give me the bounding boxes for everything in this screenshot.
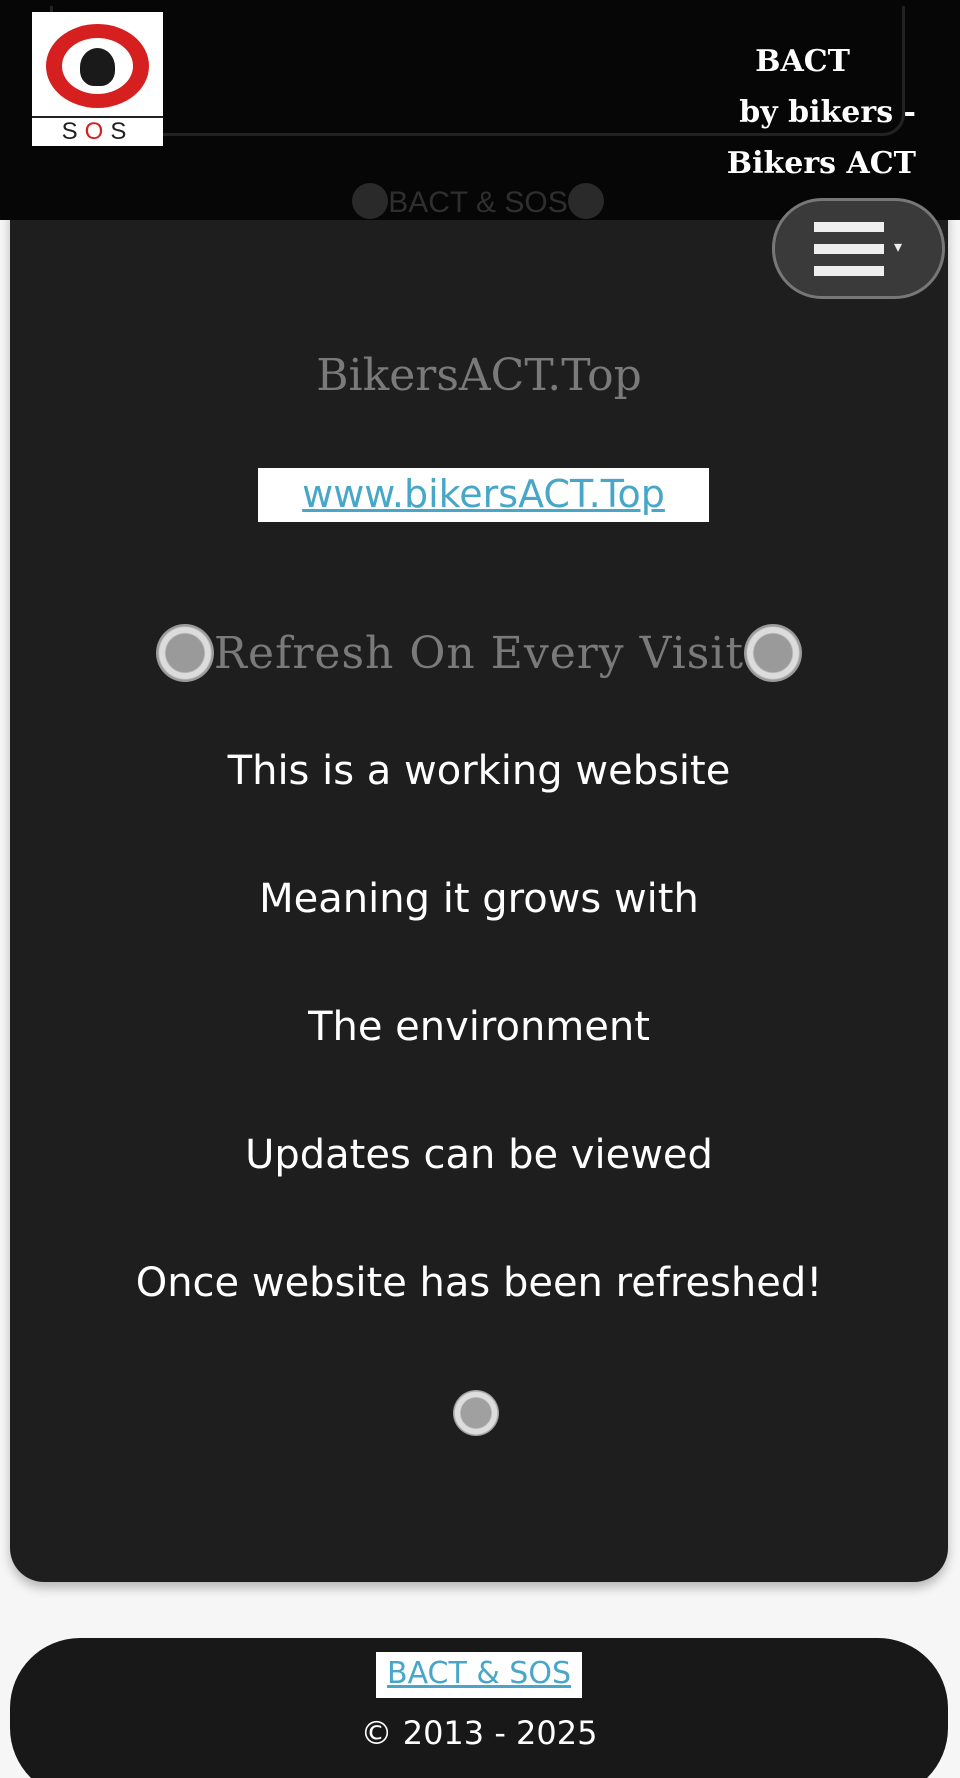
message-line: This is a working website (227, 748, 731, 794)
chevron-down-icon: ▾ (893, 237, 902, 256)
site-title-line3: Bikers ACT (726, 146, 916, 181)
footer: BACT & SOS © 2013 - 2025 (10, 1638, 948, 1778)
message-line: Updates can be viewed (245, 1132, 713, 1178)
header-subtitle-text: BACT & SOS (388, 186, 568, 219)
radio-icon (453, 1390, 499, 1436)
site-link[interactable]: www.bikersACT.Top (258, 468, 709, 522)
page: SOS BACT by bikers - Bikers ACT BACT & S… (0, 0, 960, 1778)
footer-link[interactable]: BACT & SOS (376, 1652, 582, 1698)
logo-sos-text: SOS (32, 116, 163, 146)
radio-icon (155, 623, 214, 682)
message-line: Once website has been refreshed! (135, 1260, 823, 1306)
site-title-line1: BACT (755, 44, 850, 79)
logo-emblem (80, 48, 115, 86)
radio-icon (567, 183, 604, 220)
hamburger-icon (813, 221, 884, 276)
logo-ring (42, 20, 153, 112)
refresh-heading-text: Refresh On Every Visit (213, 628, 745, 679)
copyright-text: © 2013 - 2025 (360, 1714, 598, 1752)
main-card: BikersACT.Top www.bikersACT.Top Refresh … (10, 150, 948, 1582)
site-title-line2: by bikers - (739, 95, 916, 130)
site-name-heading: BikersACT.Top (316, 350, 642, 401)
radio-icon (744, 623, 803, 682)
radio-icon (352, 183, 389, 220)
refresh-heading: Refresh On Every Visit (10, 623, 948, 682)
menu-toggle-button[interactable]: ▾ (772, 198, 945, 299)
message-line: The environment (308, 1004, 650, 1050)
logo-inner (62, 38, 133, 94)
message-line: Meaning it grows with (259, 876, 699, 922)
header-subtitle: BACT & SOS (328, 183, 628, 220)
site-title[interactable]: BACT by bikers - Bikers ACT (656, 36, 916, 189)
sos-logo[interactable]: SOS (32, 12, 163, 146)
